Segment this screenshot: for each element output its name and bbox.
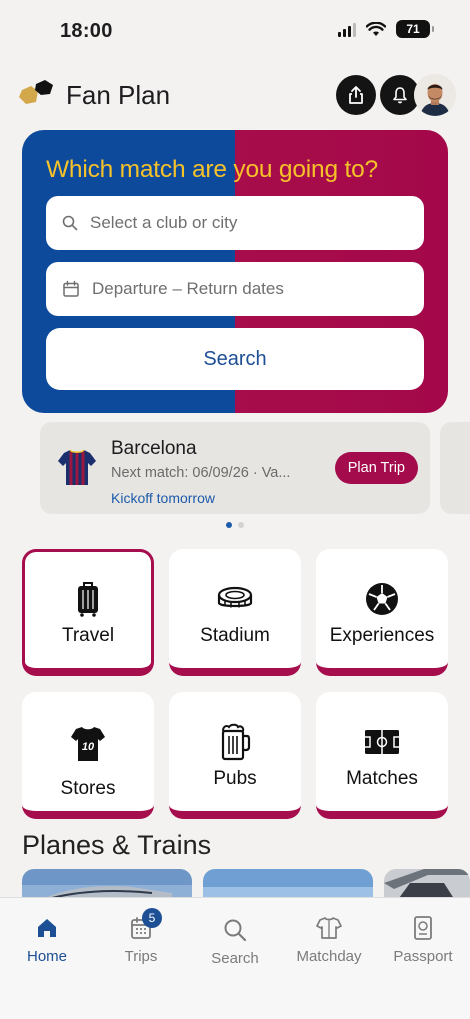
tab-label: Home [26, 948, 67, 965]
category-label: Matches [346, 768, 418, 789]
app-header: Fan Plan [18, 72, 456, 118]
club-city-input[interactable]: Select a club or city [46, 196, 424, 250]
next-match-text: Next match: 06/09/26 · Va... [111, 465, 291, 481]
search-icon [62, 215, 78, 231]
jersey-icon: 10 [68, 724, 108, 764]
tab-search[interactable]: Search [188, 916, 282, 967]
bell-icon [393, 87, 407, 104]
carousel-pagination [0, 522, 470, 528]
home-icon [38, 919, 56, 937]
tab-label: Matchday [296, 948, 362, 965]
tab-home[interactable]: Home [0, 914, 94, 965]
fan-plan-logo-icon [19, 80, 53, 104]
category-label: Experiences [329, 625, 435, 646]
cellular-signal-icon [338, 21, 356, 37]
share-icon [349, 86, 363, 104]
category-label: Stadium [200, 625, 270, 646]
dates-placeholder: Departure – Return dates [92, 279, 284, 298]
battery-indicator: 71 [396, 20, 434, 38]
match-search-card: Which match are you going to? Select a c… [22, 130, 448, 413]
search-button[interactable]: Search [46, 328, 424, 390]
category-label: Stores [60, 778, 116, 799]
next-club-card-peek[interactable] [440, 422, 470, 514]
category-stores[interactable]: 10 Stores [22, 692, 154, 819]
barcelona-jersey-icon [58, 449, 96, 485]
club-city-placeholder: Select a club or city [90, 213, 238, 232]
app-title: Fan Plan [66, 80, 171, 110]
bottom-tab-bar: Home 5 Trips Search Matchday Passport [0, 897, 470, 1019]
search-icon [224, 919, 247, 942]
status-time: 18:00 [60, 20, 113, 42]
avatar-photo-icon [414, 74, 456, 116]
luggage-icon [68, 579, 108, 619]
status-icons: 71 [338, 20, 434, 38]
tab-matchday[interactable]: Matchday [282, 914, 376, 965]
category-label: Pubs [213, 768, 257, 789]
shirt-icon [316, 917, 342, 939]
category-travel[interactable]: Travel [22, 549, 154, 676]
tab-label: Search [211, 950, 259, 967]
hero-title: Which match are you going to? [46, 156, 378, 183]
category-label: Travel [61, 625, 115, 646]
tab-passport[interactable]: Passport [376, 914, 470, 965]
passport-icon [414, 916, 432, 940]
category-stadium[interactable]: Stadium [169, 549, 301, 676]
profile-avatar[interactable] [414, 74, 456, 116]
soccer-ball-icon [362, 579, 402, 619]
pitch-icon [362, 722, 402, 762]
category-experiences[interactable]: Experiences [316, 549, 448, 676]
tab-label: Trips [124, 948, 158, 965]
pagination-dot[interactable] [238, 522, 244, 528]
tab-trips[interactable]: 5 Trips [94, 908, 188, 965]
wifi-icon [366, 21, 386, 36]
section-title: Planes & Trains [22, 830, 212, 860]
category-pubs[interactable]: Pubs [169, 692, 301, 819]
svg-text:10: 10 [82, 741, 95, 753]
stadium-icon [215, 579, 255, 619]
share-button[interactable] [336, 75, 376, 115]
status-bar: 18:00 71 [0, 0, 470, 58]
dates-input[interactable]: Departure – Return dates [46, 262, 424, 316]
beer-mug-icon [215, 722, 255, 762]
pagination-dot[interactable] [226, 522, 232, 528]
tab-label: Passport [393, 948, 453, 965]
kickoff-status: Kickoff tomorrow [111, 490, 215, 506]
plan-trip-button[interactable]: Plan Trip [334, 452, 418, 484]
calendar-icon [63, 280, 79, 297]
club-match-card[interactable]: Barcelona Next match: 06/09/26 · Va... K… [40, 422, 430, 514]
category-matches[interactable]: Matches [316, 692, 448, 819]
club-name: Barcelona [111, 438, 197, 459]
trips-count-badge: 5 [142, 908, 162, 928]
